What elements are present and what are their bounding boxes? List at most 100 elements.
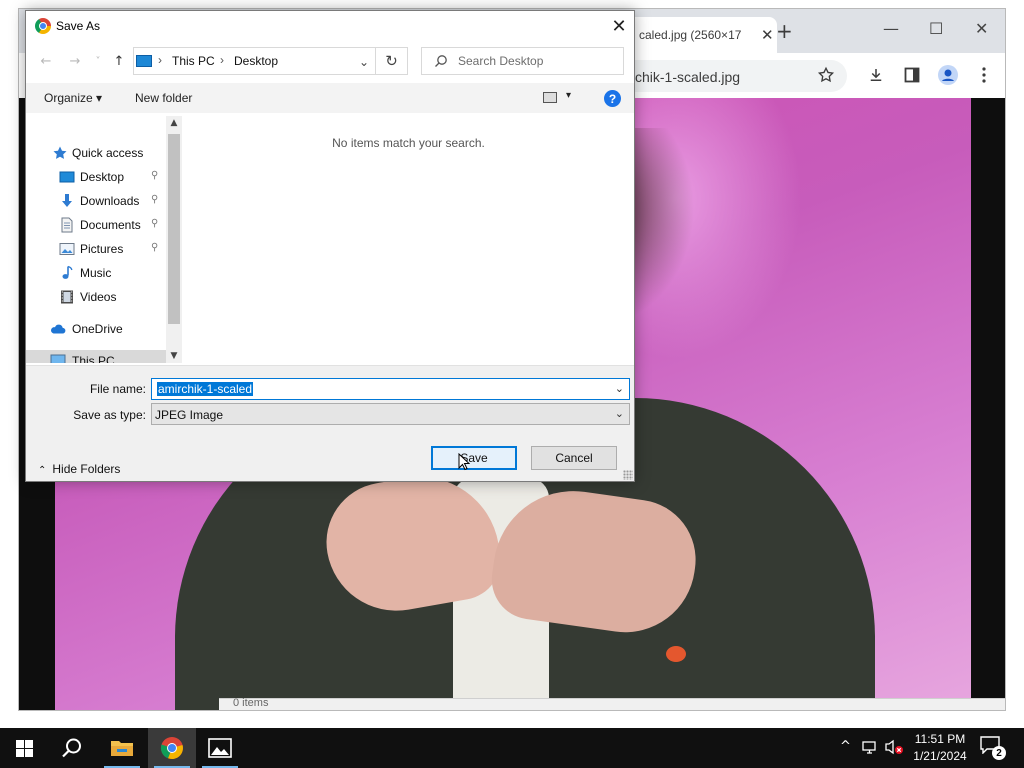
help-icon[interactable]: ? — [604, 90, 621, 107]
empty-message: No items match your search. — [332, 136, 485, 150]
save-as-type-value: JPEG Image — [155, 408, 224, 422]
minimize-icon[interactable]: — — [883, 19, 899, 38]
pin-icon: ⚲ — [151, 194, 159, 205]
windows-logo-icon — [15, 739, 33, 757]
save-button[interactable]: Save — [431, 446, 517, 470]
scroll-down-icon[interactable]: ▼ — [166, 349, 182, 363]
new-tab-button[interactable]: + — [776, 19, 793, 43]
volume-muted-icon[interactable] — [885, 739, 905, 759]
breadcrumb-separator: › — [158, 53, 162, 67]
save-as-dialog: Save As ✕ ← → ˅ ↑ › This PC › Desktop ⌄ … — [25, 10, 635, 482]
cloud-icon — [51, 324, 66, 334]
clock-date: 1/21/2024 — [913, 749, 967, 763]
tab-title: caled.jpg (2560×17 — [639, 28, 742, 42]
photos-taskbar-button[interactable] — [196, 728, 244, 768]
tab-close-icon[interactable]: ✕ — [761, 26, 774, 44]
notification-center-button[interactable]: 2 — [980, 736, 1006, 760]
downloads-icon[interactable] — [866, 65, 886, 85]
navigation-row: ← → ˅ ↑ › This PC › Desktop ⌄ ↻ — [26, 45, 634, 77]
computer-icon — [136, 55, 152, 67]
sidebar-item-label: Music — [80, 266, 112, 280]
hide-folders-button[interactable]: ⌃ Hide Folders — [38, 462, 120, 480]
sidebar-item-label: Documents — [80, 218, 141, 232]
dialog-title-bar[interactable]: Save As ✕ — [26, 11, 634, 41]
search-button[interactable] — [48, 728, 96, 768]
sidebar-item-desktop[interactable]: Desktop ⚲ — [26, 166, 166, 188]
bookmark-star-icon[interactable] — [816, 65, 836, 85]
search-box[interactable] — [421, 47, 624, 75]
sidebar-item-quick-access[interactable]: Quick access — [26, 142, 166, 164]
save-as-type-dropdown-icon[interactable]: ⌄ — [615, 407, 624, 420]
music-icon — [62, 265, 73, 279]
pin-icon: ⚲ — [151, 218, 159, 229]
breadcrumb-this-pc[interactable]: This PC — [172, 54, 215, 68]
nav-pane-scrollbar[interactable]: ▲ ▼ — [166, 116, 182, 363]
navigation-pane: Quick access Desktop ⚲ Downloads ⚲ Docum… — [26, 116, 182, 363]
dialog-title: Save As — [56, 19, 101, 33]
computer-icon — [50, 354, 66, 363]
sidebar-item-label: Pictures — [80, 242, 124, 256]
window-close-icon[interactable]: ✕ — [975, 19, 988, 38]
pictures-icon — [59, 243, 75, 255]
sidebar-item-videos[interactable]: Videos — [26, 286, 166, 308]
star-icon — [53, 146, 67, 159]
sidebar-item-label: Quick access — [72, 146, 144, 160]
new-folder-button[interactable]: New folder — [135, 91, 192, 105]
recent-locations-icon[interactable]: ˅ — [90, 53, 106, 69]
sidebar-item-label: Desktop — [80, 170, 125, 184]
hide-folders-label: Hide Folders — [52, 462, 121, 476]
view-dropdown-icon[interactable]: ▾ — [566, 90, 571, 101]
search-icon — [62, 738, 81, 758]
forward-arrow-icon[interactable]: → — [67, 53, 83, 69]
search-icon — [435, 55, 447, 67]
network-icon[interactable] — [862, 739, 878, 759]
desktop-icon — [59, 171, 75, 183]
address-bar-text: chik-1-scaled.jpg — [635, 69, 741, 85]
file-name-field[interactable]: amirchik-1-scaled ⌄ — [151, 378, 630, 400]
scroll-thumb[interactable] — [168, 134, 180, 324]
sidebar-item-onedrive[interactable]: OneDrive — [26, 318, 166, 340]
resize-grip[interactable] — [623, 470, 633, 480]
chevron-up-icon: ⌃ — [38, 465, 47, 476]
tray-chevron-icon[interactable]: ^ — [840, 739, 851, 754]
view-options-icon[interactable] — [543, 92, 557, 103]
sidebar-item-documents[interactable]: Documents ⚲ — [26, 214, 166, 236]
chrome-taskbar-button[interactable] — [148, 728, 196, 768]
sidebar-item-pictures[interactable]: Pictures ⚲ — [26, 238, 166, 260]
sidebar-item-downloads[interactable]: Downloads ⚲ — [26, 190, 166, 212]
file-name-label: File name: — [89, 382, 146, 396]
profile-icon[interactable] — [938, 65, 958, 85]
file-name-dropdown-icon[interactable]: ⌄ — [615, 382, 624, 395]
file-explorer-button[interactable] — [98, 728, 146, 768]
sidebar-item-label: OneDrive — [72, 322, 123, 336]
up-arrow-icon[interactable]: ↑ — [111, 53, 127, 69]
scroll-up-icon[interactable]: ▲ — [166, 116, 182, 130]
refresh-icon[interactable]: ↻ — [376, 47, 408, 75]
sidebar-item-label: Videos — [80, 290, 117, 304]
back-arrow-icon[interactable]: ← — [38, 53, 54, 69]
pin-icon: ⚲ — [151, 170, 159, 181]
notification-count: 2 — [992, 746, 1006, 760]
clock[interactable]: 11:51 PM 1/21/2024 — [905, 731, 975, 765]
mouse-cursor-icon — [458, 453, 470, 471]
sidebar-item-this-pc[interactable]: This PC — [26, 350, 166, 363]
chrome-logo-icon — [35, 18, 51, 34]
file-list[interactable]: No items match your search. — [183, 116, 634, 363]
dialog-close-icon[interactable]: ✕ — [604, 11, 634, 41]
breadcrumb-separator: › — [220, 53, 224, 67]
item-count: 0 items — [233, 697, 269, 709]
cancel-button[interactable]: Cancel — [531, 446, 617, 470]
side-panel-icon[interactable] — [902, 65, 922, 85]
save-as-type-select[interactable]: JPEG Image ⌄ — [151, 403, 630, 425]
maximize-icon[interactable]: ☐ — [929, 19, 943, 38]
address-bar[interactable]: › This PC › Desktop ⌄ — [133, 47, 376, 75]
organize-menu[interactable]: Organize ▾ — [44, 91, 102, 105]
breadcrumb-desktop[interactable]: Desktop — [234, 54, 278, 68]
save-options-panel: File name: amirchik-1-scaled ⌄ Save as t… — [26, 365, 634, 481]
more-menu-icon[interactable] — [974, 65, 994, 85]
search-input[interactable] — [458, 48, 618, 74]
folder-icon — [111, 741, 133, 756]
sidebar-item-music[interactable]: Music — [26, 262, 166, 284]
address-dropdown-icon[interactable]: ⌄ — [359, 55, 369, 69]
start-button[interactable] — [0, 728, 48, 768]
